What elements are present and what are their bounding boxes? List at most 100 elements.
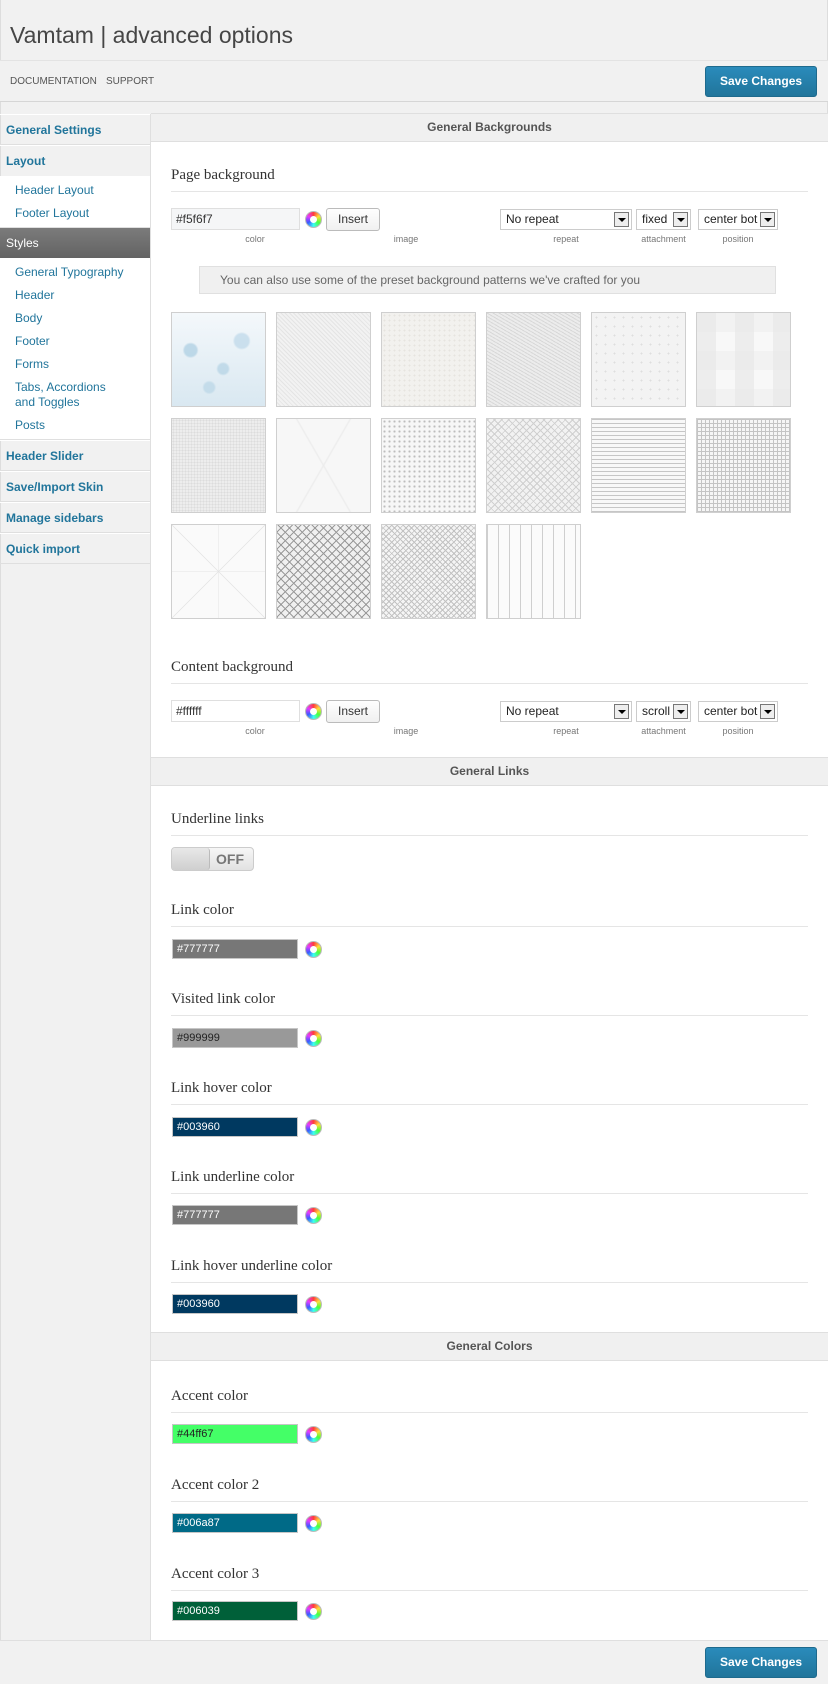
- attachment-caption: attachment: [641, 234, 686, 244]
- repeat-caption: repeat: [553, 726, 579, 736]
- save-changes-button-bottom[interactable]: Save Changes: [705, 1647, 818, 1678]
- color-picker-icon[interactable]: [305, 1207, 322, 1224]
- page-bg-insert-button[interactable]: Insert: [326, 208, 380, 231]
- options-panel: General Backgrounds Page background #f5f…: [150, 113, 828, 1640]
- layout-submenu: Header Layout Footer Layout: [0, 176, 150, 228]
- color-picker-icon[interactable]: [305, 1426, 322, 1443]
- image-caption: image: [393, 726, 419, 736]
- pattern-diamond-weave[interactable]: [486, 418, 581, 513]
- pattern-paper-speckle[interactable]: [381, 312, 476, 407]
- visited-link-color-input[interactable]: #999999: [172, 1028, 298, 1048]
- accent-color-2-input[interactable]: #006a87: [172, 1513, 298, 1533]
- support-link[interactable]: SUPPORT: [106, 76, 154, 87]
- sidebar-subitem-tabs-accordions[interactable]: Tabs, Accordions and Toggles: [0, 376, 140, 414]
- link-underline-color-input[interactable]: #777777: [172, 1205, 298, 1225]
- link-hover-underline-color-input[interactable]: #003960: [172, 1294, 298, 1314]
- save-changes-button-top[interactable]: Save Changes: [705, 66, 818, 97]
- pattern-paper-dots[interactable]: [591, 312, 686, 407]
- color-picker-icon[interactable]: [305, 1119, 322, 1136]
- underline-links-title: Underline links: [171, 811, 808, 836]
- pattern-lattice[interactable]: [171, 524, 266, 619]
- page-bg-color-input[interactable]: #f5f6f7: [171, 208, 300, 230]
- position-value: center bot: [704, 704, 758, 718]
- content-bg-attachment-select[interactable]: scroll: [636, 701, 691, 722]
- color-picker-icon[interactable]: [305, 941, 322, 958]
- sidebar-subitem-forms[interactable]: Forms: [0, 353, 150, 376]
- chevron-down-icon: [614, 704, 629, 719]
- position-caption: position: [722, 234, 754, 244]
- content-background-title: Content background: [171, 659, 808, 684]
- pattern-diagonal-x[interactable]: [276, 418, 371, 513]
- sidebar-nav: General Settings Layout Header Layout Fo…: [0, 114, 158, 564]
- pattern-cross-hatch[interactable]: [381, 524, 476, 619]
- sidebar-subitem-general-typography[interactable]: General Typography: [0, 261, 150, 284]
- color-picker-icon[interactable]: [305, 1030, 322, 1047]
- chevron-down-icon: [673, 704, 688, 719]
- preset-patterns-hint: You can also use some of the preset back…: [199, 266, 776, 294]
- sidebar-item-layout[interactable]: Layout: [0, 145, 150, 176]
- underline-links-toggle[interactable]: OFF: [171, 847, 254, 871]
- chevron-down-icon: [673, 212, 688, 227]
- sidebar-item-header-slider[interactable]: Header Slider: [0, 440, 150, 471]
- position-caption: position: [722, 726, 754, 736]
- sidebar-item-save-import-skin[interactable]: Save/Import Skin: [0, 471, 150, 502]
- top-toolbar: DOCUMENTATION SUPPORT Save Changes: [0, 60, 828, 102]
- page-bg-position-select[interactable]: center bot: [698, 209, 778, 230]
- sidebar-subitem-header-layout[interactable]: Header Layout: [0, 179, 150, 202]
- accent-color-3-input[interactable]: #006039: [172, 1601, 298, 1621]
- visited-link-color-title: Visited link color: [171, 991, 808, 1016]
- pattern-vertical-lines[interactable]: [486, 524, 581, 619]
- accent-color-input[interactable]: #44ff67: [172, 1424, 298, 1444]
- link-color-input[interactable]: #777777: [172, 939, 298, 959]
- color-picker-icon[interactable]: [305, 703, 322, 720]
- chevron-down-icon: [760, 212, 775, 227]
- sidebar-subitem-posts[interactable]: Posts: [0, 414, 150, 437]
- content-bg-position-select[interactable]: center bot: [698, 701, 778, 722]
- pattern-soft-squares[interactable]: [696, 312, 791, 407]
- repeat-value: No repeat: [506, 704, 559, 718]
- color-caption: color: [245, 234, 265, 244]
- section-general-backgrounds: General Backgrounds: [151, 113, 828, 142]
- repeat-value: No repeat: [506, 212, 559, 226]
- attachment-value: scroll: [642, 704, 671, 718]
- position-value: center bot: [704, 212, 758, 226]
- content-bg-color-input[interactable]: #ffffff: [171, 700, 300, 722]
- pattern-noise[interactable]: [171, 418, 266, 513]
- page-title: Vamtam | advanced options: [10, 22, 293, 48]
- pattern-bokeh[interactable]: [171, 312, 266, 407]
- color-picker-icon[interactable]: [305, 1515, 322, 1532]
- attachment-caption: attachment: [641, 726, 686, 736]
- sidebar-item-styles[interactable]: Styles: [0, 228, 158, 258]
- pattern-grid-fine[interactable]: [696, 418, 791, 513]
- accent-color-2-title: Accent color 2: [171, 1477, 808, 1502]
- accent-color-3-title: Accent color 3: [171, 1566, 808, 1591]
- pattern-diagonal-fine[interactable]: [276, 312, 371, 407]
- section-general-links: General Links: [151, 757, 828, 786]
- sidebar-subitem-body[interactable]: Body: [0, 307, 150, 330]
- pattern-diagonal-weave[interactable]: [486, 312, 581, 407]
- page-bg-attachment-select[interactable]: fixed: [636, 209, 691, 230]
- pattern-horizontal-lines[interactable]: [591, 418, 686, 513]
- sidebar-subitem-header[interactable]: Header: [0, 284, 150, 307]
- sidebar-subitem-footer-layout[interactable]: Footer Layout: [0, 202, 150, 225]
- pattern-dots[interactable]: [381, 418, 476, 513]
- color-picker-icon[interactable]: [305, 1296, 322, 1313]
- link-underline-color-title: Link underline color: [171, 1169, 808, 1194]
- sidebar-item-general-settings[interactable]: General Settings: [0, 114, 150, 145]
- chevron-down-icon: [614, 212, 629, 227]
- link-hover-color-input[interactable]: #003960: [172, 1117, 298, 1137]
- content-bg-insert-button[interactable]: Insert: [326, 700, 380, 723]
- sidebar-item-quick-import[interactable]: Quick import: [0, 533, 150, 564]
- content-bg-repeat-select[interactable]: No repeat: [500, 701, 632, 722]
- repeat-caption: repeat: [553, 234, 579, 244]
- sidebar-subitem-footer[interactable]: Footer: [0, 330, 150, 353]
- page-bg-repeat-select[interactable]: No repeat: [500, 209, 632, 230]
- sidebar-item-manage-sidebars[interactable]: Manage sidebars: [0, 502, 150, 533]
- color-picker-icon[interactable]: [305, 1603, 322, 1620]
- documentation-link[interactable]: DOCUMENTATION: [10, 76, 97, 87]
- pattern-diamond-mesh[interactable]: [276, 524, 371, 619]
- color-picker-icon[interactable]: [305, 211, 322, 228]
- content-background-row: #ffffff Insert No repeat scroll center b…: [171, 700, 808, 740]
- link-hover-color-title: Link hover color: [171, 1080, 808, 1105]
- chevron-down-icon: [760, 704, 775, 719]
